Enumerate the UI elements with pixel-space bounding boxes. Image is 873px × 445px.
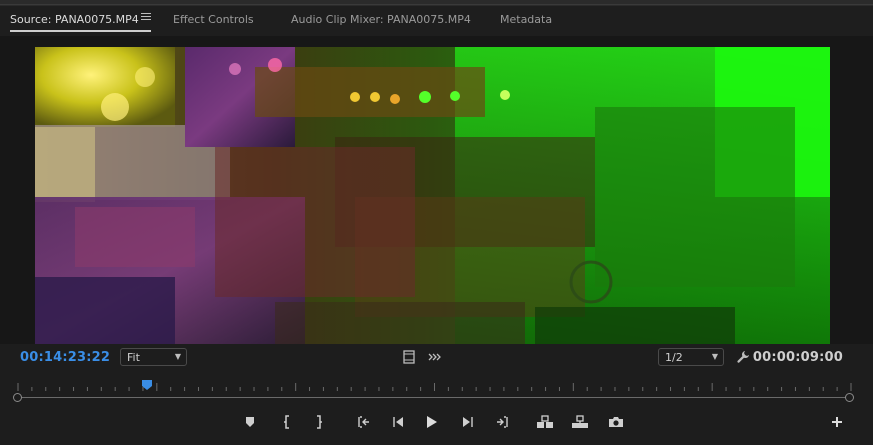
video-viewer xyxy=(0,36,873,344)
mark-in-icon xyxy=(284,415,289,429)
tab-effect-controls[interactable]: Effect Controls xyxy=(173,13,254,26)
export-frame-button[interactable] xyxy=(606,413,626,431)
zoom-select-value: Fit xyxy=(127,351,140,364)
insert-icon xyxy=(537,415,553,428)
viewer-controls: 00:14:23:22 Fit ▼ 1/2 ▼ 00:00:09:00 xyxy=(0,345,873,371)
add-button[interactable] xyxy=(827,413,847,431)
timeline-zoom-scrollbar[interactable] xyxy=(13,392,854,403)
scrollbar-right-handle[interactable] xyxy=(845,393,854,402)
go-to-out-icon xyxy=(497,416,508,428)
go-to-out-button[interactable] xyxy=(492,413,512,431)
tab-audio-clip-mixer[interactable]: Audio Clip Mixer: PANA0075.MP4 xyxy=(291,13,471,26)
panel-tab-bar: Source: PANA0075.MP4 Effect Controls Aud… xyxy=(0,6,873,36)
mark-in-button[interactable] xyxy=(277,413,297,431)
wrench-icon[interactable] xyxy=(735,349,751,365)
overwrite-icon xyxy=(572,415,588,428)
film-frame-icon[interactable] xyxy=(402,349,416,365)
chevron-down-icon: ▼ xyxy=(174,352,181,361)
go-to-in-icon xyxy=(358,416,369,428)
mark-out-button[interactable] xyxy=(309,413,329,431)
scrollbar-track xyxy=(18,397,849,398)
overwrite-button[interactable] xyxy=(570,413,590,431)
drop-frames-icon[interactable] xyxy=(427,351,443,363)
marker-icon xyxy=(246,417,254,427)
hamburger-icon[interactable] xyxy=(141,13,151,23)
scrollbar-left-handle[interactable] xyxy=(13,393,22,402)
transport-controls xyxy=(0,410,873,434)
tab-metadata[interactable]: Metadata xyxy=(500,13,552,26)
step-forward-button[interactable] xyxy=(458,413,478,431)
playhead-handle[interactable] xyxy=(141,376,153,390)
duration-timecode: 00:00:09:00 xyxy=(752,350,843,365)
insert-button[interactable] xyxy=(535,413,555,431)
timeline-ruler[interactable] xyxy=(12,378,857,392)
go-to-in-button[interactable] xyxy=(354,413,374,431)
resolution-select-value: 1/2 xyxy=(665,351,683,364)
zoom-select[interactable]: Fit ▼ xyxy=(120,348,187,366)
tab-source[interactable]: Source: PANA0075.MP4 xyxy=(10,13,139,26)
camera-icon xyxy=(609,417,623,427)
step-back-button[interactable] xyxy=(388,413,408,431)
mark-out-icon xyxy=(317,415,322,429)
video-frame[interactable] xyxy=(35,47,830,344)
step-forward-icon xyxy=(463,417,473,427)
play-button[interactable] xyxy=(422,413,442,431)
current-timecode[interactable]: 00:14:23:22 xyxy=(20,350,110,365)
video-frame-image xyxy=(35,47,830,344)
play-icon xyxy=(427,416,437,428)
add-marker-button[interactable] xyxy=(240,413,260,431)
resolution-select[interactable]: 1/2 ▼ xyxy=(658,348,724,366)
plus-icon xyxy=(832,417,842,427)
step-back-icon xyxy=(393,417,403,427)
chevron-down-icon: ▼ xyxy=(711,352,718,361)
active-tab-indicator xyxy=(10,30,151,32)
